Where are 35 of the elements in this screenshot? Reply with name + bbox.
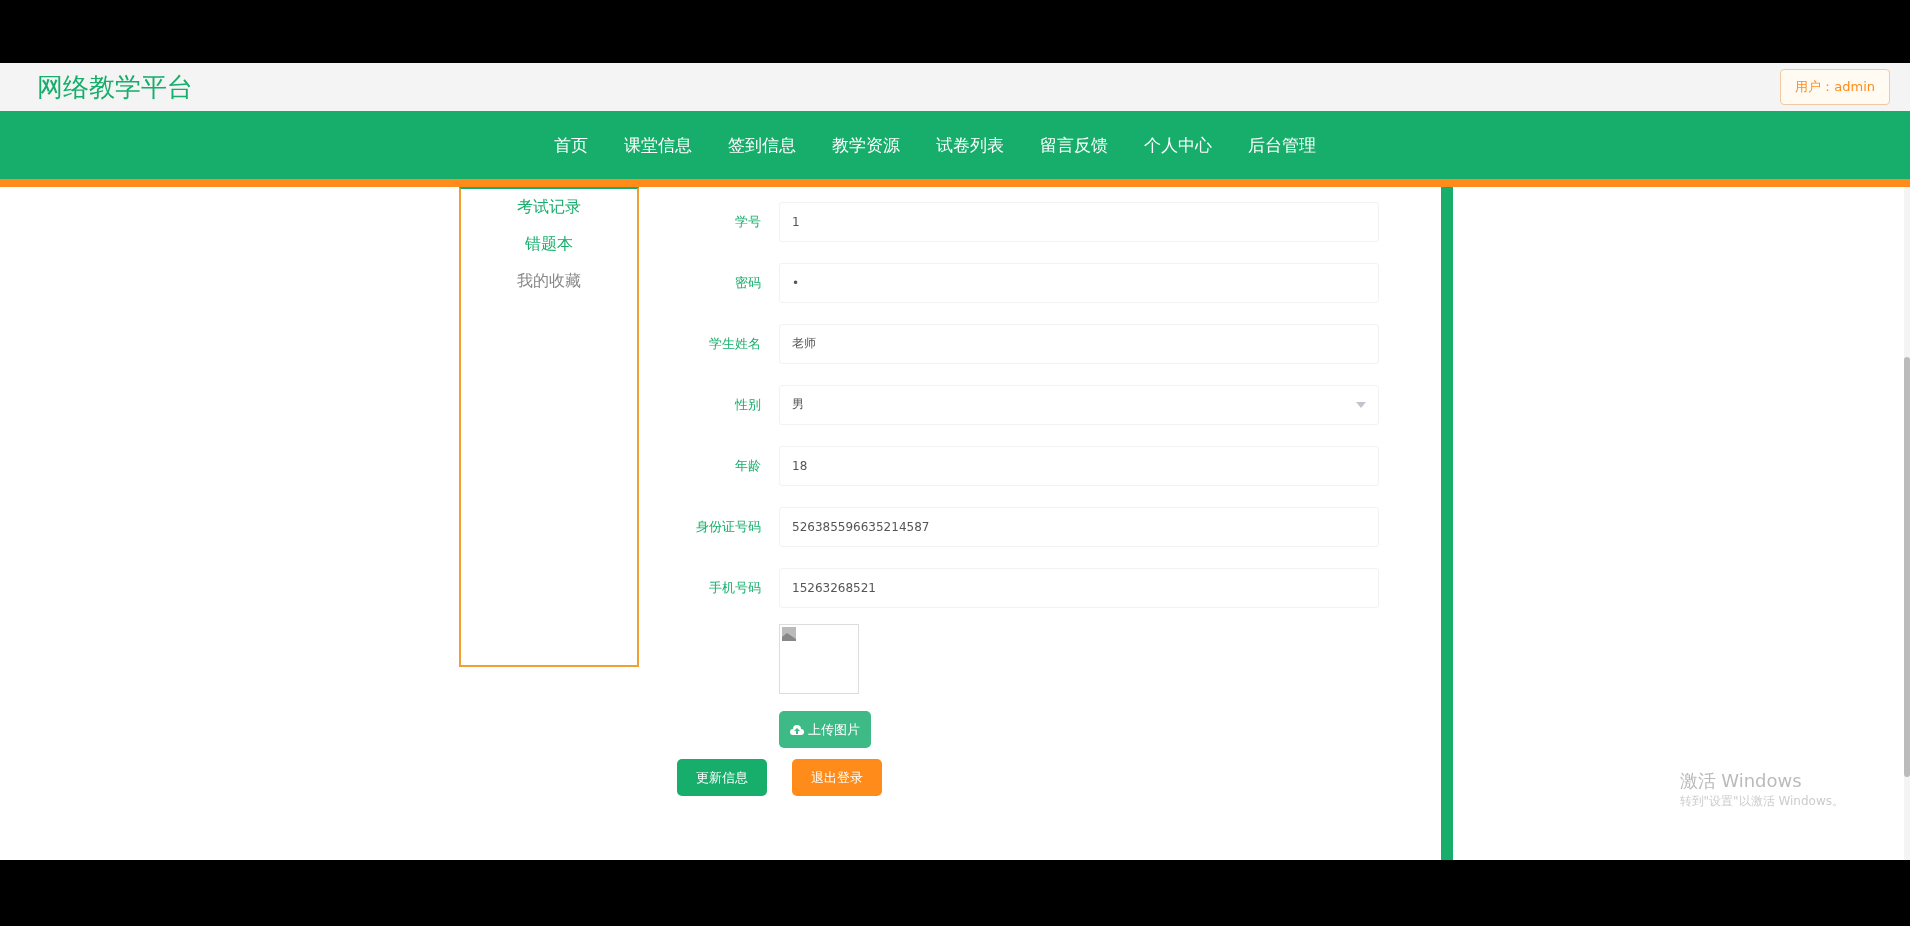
input-field[interactable]: 526385596635214587 [779,506,1379,547]
nav-link[interactable]: 留言反馈 [1040,133,1108,157]
sidebar-item[interactable]: 考试记录 [509,195,589,220]
activation-title: 激活 Windows [1679,769,1803,793]
field-label: 学号 [734,212,762,231]
nav-link[interactable]: 教学资源 [832,133,900,157]
nav-link[interactable]: 个人中心 [1144,133,1212,157]
sidebar-item[interactable]: 错题本 [517,232,581,257]
sidebar-item[interactable]: 我的收藏 [509,269,589,294]
update-button[interactable]: 更新信息 [677,759,767,796]
scrollbar-thumb[interactable] [1904,357,1910,777]
upload-button[interactable]: 上传图片 [779,711,871,748]
user-badge[interactable]: 用户：admin [1780,69,1890,105]
field-label: 学生姓名 [708,334,762,353]
password-field[interactable]: • [779,262,1379,303]
input-field[interactable]: 18 [779,445,1379,486]
select-field[interactable]: 男 [779,384,1379,425]
nav-link[interactable]: 首页 [554,133,588,157]
caret-icon [1356,401,1366,408]
input-field[interactable]: 1 [779,201,1379,242]
nav-link[interactable]: 签到信息 [728,133,796,157]
input-field[interactable]: 15263268521 [779,567,1379,608]
field-label: 性别 [734,395,762,414]
field-label: 年龄 [734,456,762,475]
nav-link[interactable]: 后台管理 [1248,133,1316,157]
site-title: 网络教学平台 [37,70,193,104]
nav-link[interactable]: 课堂信息 [624,133,692,157]
field-label: 密码 [734,273,762,292]
logout-button[interactable]: 退出登录 [792,759,882,796]
field-label: 身份证号码 [695,517,762,536]
cloud-upload-icon [790,723,804,736]
nav-link[interactable]: 试卷列表 [936,133,1004,157]
field-label: 手机号码 [708,578,762,597]
broken-image-icon [782,627,796,641]
input-field[interactable]: 老师 [779,323,1379,364]
